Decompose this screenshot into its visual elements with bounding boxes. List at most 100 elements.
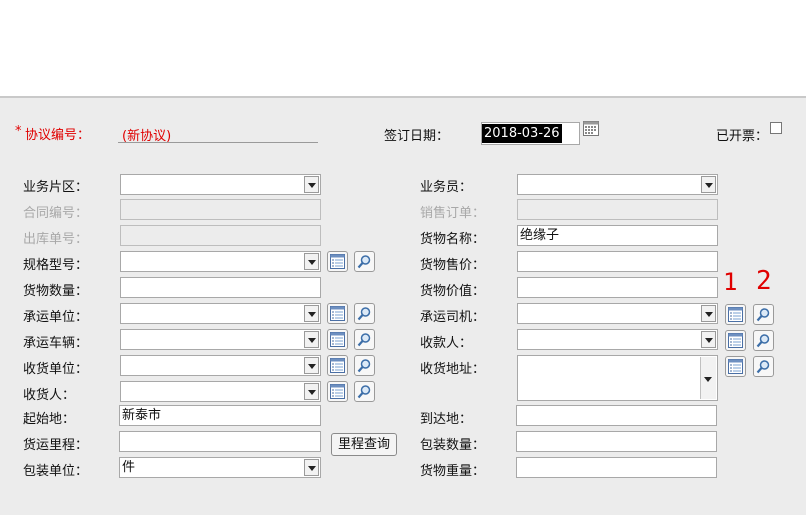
chevron-down-icon[interactable] — [701, 331, 716, 348]
mileage-label: 货运里程： — [23, 438, 89, 453]
goods-qty-input[interactable] — [120, 277, 321, 298]
spec-model-list-button[interactable] — [327, 251, 348, 272]
chevron-down-icon[interactable] — [304, 305, 319, 322]
origin-input[interactable]: 新泰市 — [119, 405, 321, 426]
goods-price-label: 货物售价： — [420, 258, 486, 273]
package-unit-select[interactable]: 件 — [119, 457, 321, 478]
package-qty-label: 包装数量： — [420, 438, 486, 453]
scrollbar[interactable] — [700, 357, 716, 399]
driver-select[interactable] — [517, 303, 718, 324]
invoiced-label: 已开票： — [716, 129, 769, 144]
magnifier-icon — [357, 359, 371, 373]
address-search-button[interactable] — [753, 356, 774, 377]
magnifier-icon — [756, 334, 770, 348]
sign-date-value: 2018-03-26 — [482, 124, 562, 143]
carrier-unit-search-button[interactable] — [354, 303, 375, 324]
destination-label: 到达地： — [420, 412, 473, 427]
driver-search-button[interactable] — [753, 304, 774, 325]
annotation-one: 1 — [723, 268, 738, 296]
chevron-down-icon[interactable] — [304, 176, 319, 193]
magnifier-icon — [357, 385, 371, 399]
mileage-input[interactable] — [119, 431, 321, 452]
goods-price-input[interactable] — [517, 251, 718, 272]
list-icon — [728, 307, 743, 322]
carrier-vehicle-select[interactable] — [120, 329, 321, 350]
receiver-unit-search-button[interactable] — [354, 355, 375, 376]
invoiced-checkbox[interactable] — [770, 122, 782, 134]
receive-address-textarea[interactable] — [517, 355, 718, 401]
outbound-no-label: 出库单号： — [23, 232, 89, 247]
spec-model-select[interactable] — [120, 251, 321, 272]
contract-no-input — [120, 199, 321, 220]
sign-date-label: 签订日期： — [384, 129, 450, 144]
calendar-icon[interactable] — [583, 121, 599, 140]
receive-address-label: 收货地址： — [420, 362, 486, 377]
receiver-unit-select[interactable] — [120, 355, 321, 376]
chevron-down-icon[interactable] — [701, 176, 716, 193]
business-area-select[interactable] — [120, 174, 321, 195]
sales-order-label: 销售订单： — [420, 206, 486, 221]
sign-date-input[interactable]: 2018-03-26 — [481, 122, 580, 145]
receiver-unit-list-button[interactable] — [327, 355, 348, 376]
agreement-no-underline — [118, 142, 318, 143]
magnifier-icon — [756, 308, 770, 322]
package-unit-label: 包装单位： — [23, 464, 89, 479]
address-list-button[interactable] — [725, 356, 746, 377]
payee-select[interactable] — [517, 329, 718, 350]
goods-value-label: 货物价值： — [420, 284, 486, 299]
carrier-unit-select[interactable] — [120, 303, 321, 324]
chevron-down-icon[interactable] — [701, 305, 716, 322]
driver-label: 承运司机： — [420, 310, 486, 325]
payee-label: 收款人： — [420, 336, 473, 351]
contract-no-label: 合同编号： — [23, 206, 89, 221]
origin-label: 起始地： — [23, 412, 76, 427]
magnifier-icon — [357, 333, 371, 347]
receiver-select[interactable] — [120, 381, 321, 402]
destination-input[interactable] — [516, 405, 717, 426]
goods-weight-label: 货物重量： — [420, 464, 486, 479]
required-asterisk: * — [15, 124, 22, 139]
payee-list-button[interactable] — [725, 330, 746, 351]
chevron-down-icon[interactable] — [304, 253, 319, 270]
chevron-down-icon[interactable] — [304, 331, 319, 348]
salesman-select[interactable] — [517, 174, 718, 195]
driver-list-button[interactable] — [725, 304, 746, 325]
goods-qty-label: 货物数量： — [23, 284, 89, 299]
chevron-down-icon[interactable] — [304, 357, 319, 374]
agreement-no-label: 协议编号： — [25, 128, 91, 143]
mileage-query-button[interactable]: 里程查询 — [331, 433, 397, 456]
goods-value-input[interactable] — [517, 277, 718, 298]
list-icon — [728, 359, 743, 374]
receiver-unit-label: 收货单位： — [23, 362, 89, 377]
package-unit-value: 件 — [122, 460, 136, 475]
package-qty-input[interactable] — [516, 431, 717, 452]
magnifier-icon — [756, 360, 770, 374]
goods-weight-input[interactable] — [516, 457, 717, 478]
list-icon — [330, 306, 345, 321]
goods-name-input[interactable]: 绝缘子 — [517, 225, 718, 246]
annotation-two: 2 — [756, 266, 772, 296]
chevron-down-icon[interactable] — [304, 383, 319, 400]
receiver-list-button[interactable] — [327, 381, 348, 402]
list-icon — [330, 358, 345, 373]
list-icon — [728, 333, 743, 348]
carrier-unit-list-button[interactable] — [327, 303, 348, 324]
carrier-vehicle-label: 承运车辆： — [23, 336, 89, 351]
payee-search-button[interactable] — [753, 330, 774, 351]
form-panel: * 协议编号： (新协议) 签订日期： 2018-03-26 已开票： 业务片区… — [0, 96, 806, 515]
spec-model-label: 规格型号： — [23, 258, 89, 273]
receiver-search-button[interactable] — [354, 381, 375, 402]
carrier-vehicle-search-button[interactable] — [354, 329, 375, 350]
list-icon — [330, 332, 345, 347]
carrier-vehicle-list-button[interactable] — [327, 329, 348, 350]
chevron-down-icon[interactable] — [304, 459, 319, 476]
spec-model-search-button[interactable] — [354, 251, 375, 272]
receiver-label: 收货人： — [23, 388, 76, 403]
carrier-unit-label: 承运单位： — [23, 310, 89, 325]
outbound-no-input — [120, 225, 321, 246]
magnifier-icon — [357, 307, 371, 321]
magnifier-icon — [357, 255, 371, 269]
list-icon — [330, 384, 345, 399]
sales-order-input — [517, 199, 718, 220]
business-area-label: 业务片区： — [23, 180, 89, 195]
